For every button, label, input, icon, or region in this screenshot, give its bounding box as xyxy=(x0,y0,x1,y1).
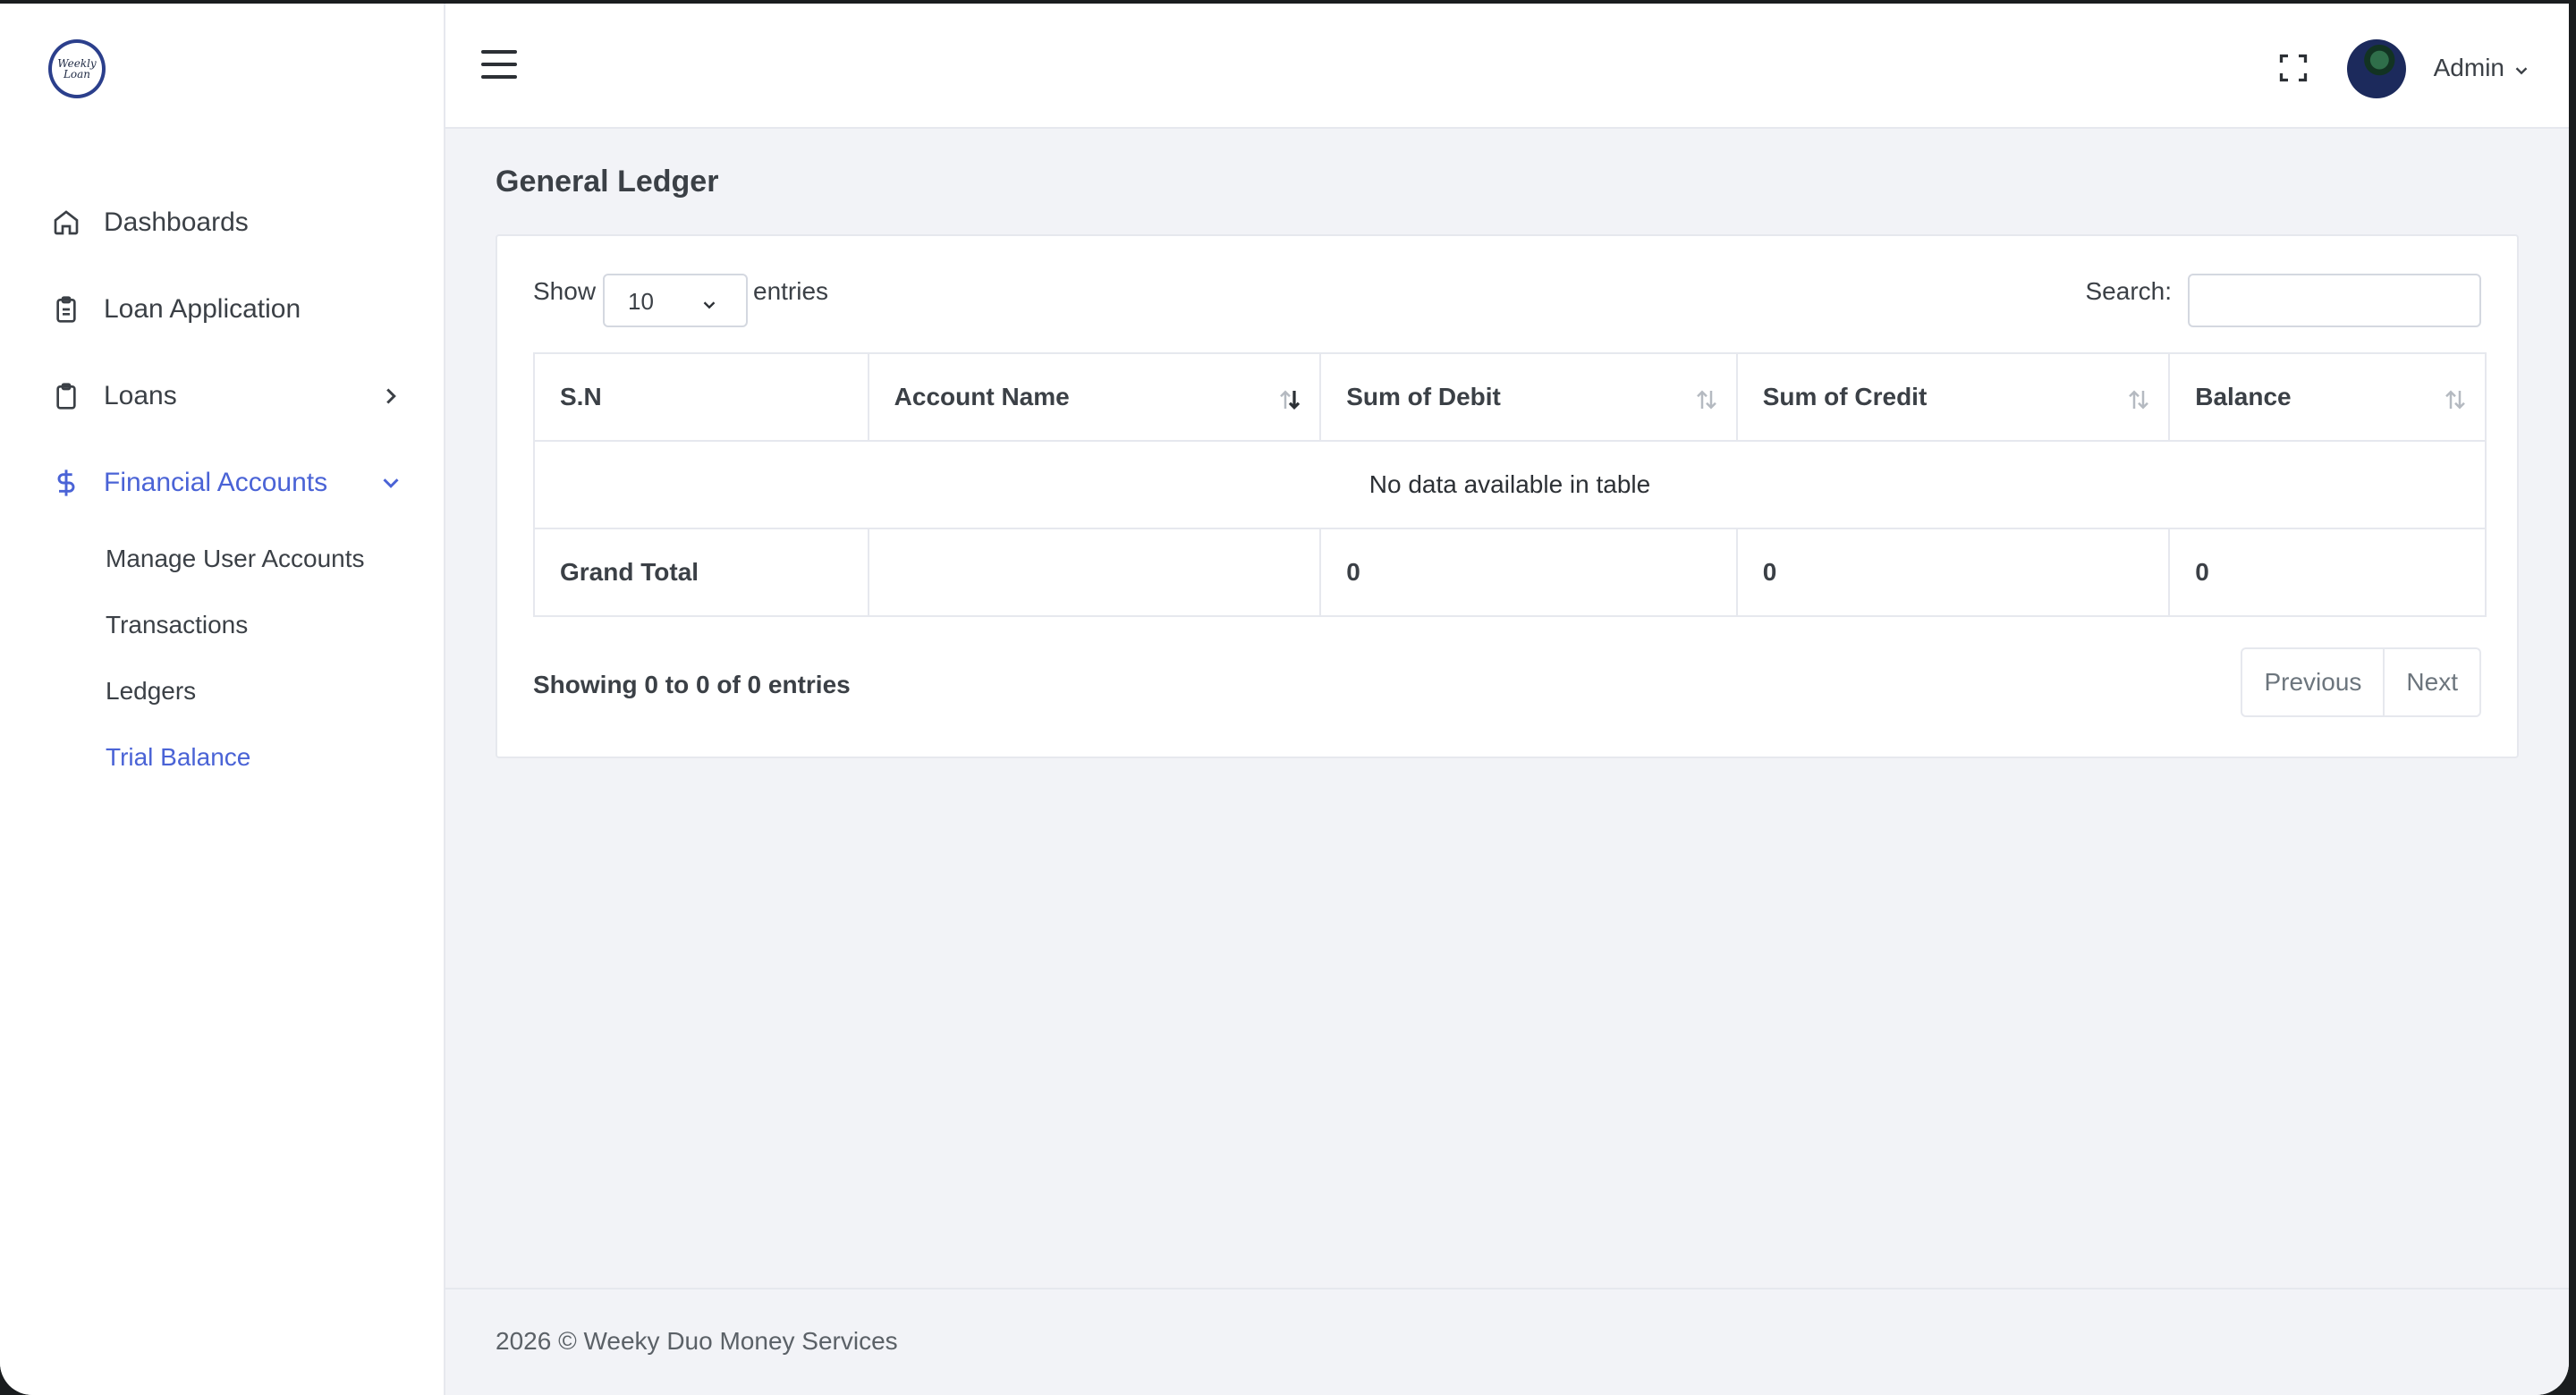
sidebar-item-label: Financial Accounts xyxy=(104,467,328,497)
chevron-down-icon xyxy=(699,293,719,313)
entries-select-value: 10 xyxy=(628,288,654,315)
sidebar-nav: Dashboards Loan Application Loans Financ… xyxy=(0,179,444,790)
table-header-row: S.N Account Name Sum of Debit Sum of Cre… xyxy=(533,352,2487,442)
ledger-table: S.N Account Name Sum of Debit Sum of Cre… xyxy=(533,352,2487,617)
grand-total-row: Grand Total 0 0 0 xyxy=(533,528,2487,617)
fullscreen-icon[interactable] xyxy=(2277,52,2309,84)
chevron-down-icon[interactable] xyxy=(2512,61,2531,80)
chevron-down-icon xyxy=(377,469,404,496)
submenu-item-ledgers[interactable]: Ledgers xyxy=(106,658,444,724)
sidebar-item-financial-accounts[interactable]: Financial Accounts xyxy=(0,439,444,526)
home-icon xyxy=(50,207,82,239)
submenu-item-manage-user-accounts[interactable]: Manage User Accounts xyxy=(106,526,444,592)
grand-total-debit: 0 xyxy=(1319,528,1738,617)
dollar-icon xyxy=(50,467,82,499)
user-menu-label[interactable]: Admin xyxy=(2434,54,2504,82)
chevron-right-icon xyxy=(377,383,404,410)
column-header-sn[interactable]: S.N xyxy=(533,352,869,442)
sidebar-item-dashboards[interactable]: Dashboards xyxy=(0,179,444,266)
next-button[interactable]: Next xyxy=(2383,649,2479,715)
previous-button[interactable]: Previous xyxy=(2242,649,2383,715)
sidebar-item-loans[interactable]: Loans xyxy=(0,352,444,439)
sort-desc-icon xyxy=(1276,386,1303,413)
empty-table-message: No data available in table xyxy=(533,440,2487,529)
avatar[interactable] xyxy=(2347,39,2406,98)
column-header-sum-of-credit[interactable]: Sum of Credit xyxy=(1735,352,2171,442)
entries-label: entries xyxy=(753,277,829,305)
topbar: Admin xyxy=(445,4,2569,129)
pagination: Previous Next xyxy=(2241,647,2481,717)
logo[interactable]: Weekly Loan xyxy=(48,39,106,98)
grand-total-label: Grand Total xyxy=(533,528,869,617)
ledger-card: Show 10 entries Search: S.N Account Name xyxy=(496,234,2519,758)
submenu-item-transactions[interactable]: Transactions xyxy=(106,592,444,658)
column-header-balance[interactable]: Balance xyxy=(2168,352,2487,442)
financial-accounts-submenu: Manage User Accounts Transactions Ledger… xyxy=(0,526,444,790)
logo-text-bottom: Loan xyxy=(63,68,91,80)
grand-total-balance: 0 xyxy=(2168,528,2487,617)
sidebar-item-label: Loan Application xyxy=(104,293,301,324)
column-header-account-name[interactable]: Account Name xyxy=(867,352,1322,442)
column-header-sum-of-debit[interactable]: Sum of Debit xyxy=(1319,352,1738,442)
grand-total-account-name xyxy=(867,528,1322,617)
sidebar-item-label: Loans xyxy=(104,380,177,410)
sidebar: Weekly Loan Dashboards Loan Application xyxy=(0,4,445,1395)
sidebar-item-label: Dashboards xyxy=(104,207,249,237)
app-window: Weekly Loan Dashboards Loan Application xyxy=(0,4,2569,1395)
search-label: Search: xyxy=(2085,277,2173,305)
page-title: General Ledger xyxy=(496,165,719,199)
pagination-info: Showing 0 to 0 of 0 entries xyxy=(533,671,851,698)
search-input[interactable] xyxy=(2188,274,2481,327)
sidebar-item-loan-application[interactable]: Loan Application xyxy=(0,266,444,352)
sort-icon xyxy=(2442,386,2469,413)
grand-total-credit: 0 xyxy=(1735,528,2171,617)
footer: 2026 © Weeky Duo Money Services xyxy=(445,1288,2569,1395)
menu-toggle-icon[interactable] xyxy=(481,50,517,79)
footer-copyright: 2026 © Weeky Duo Money Services xyxy=(496,1327,898,1355)
clipboard-icon xyxy=(50,293,82,326)
sort-icon xyxy=(2125,386,2152,413)
submenu-item-trial-balance[interactable]: Trial Balance xyxy=(106,724,444,790)
table-row: No data available in table xyxy=(533,440,2487,529)
sort-icon xyxy=(1693,386,1720,413)
show-label: Show xyxy=(533,277,597,305)
clipboard-icon xyxy=(50,380,82,412)
entries-select[interactable]: 10 xyxy=(603,274,748,327)
